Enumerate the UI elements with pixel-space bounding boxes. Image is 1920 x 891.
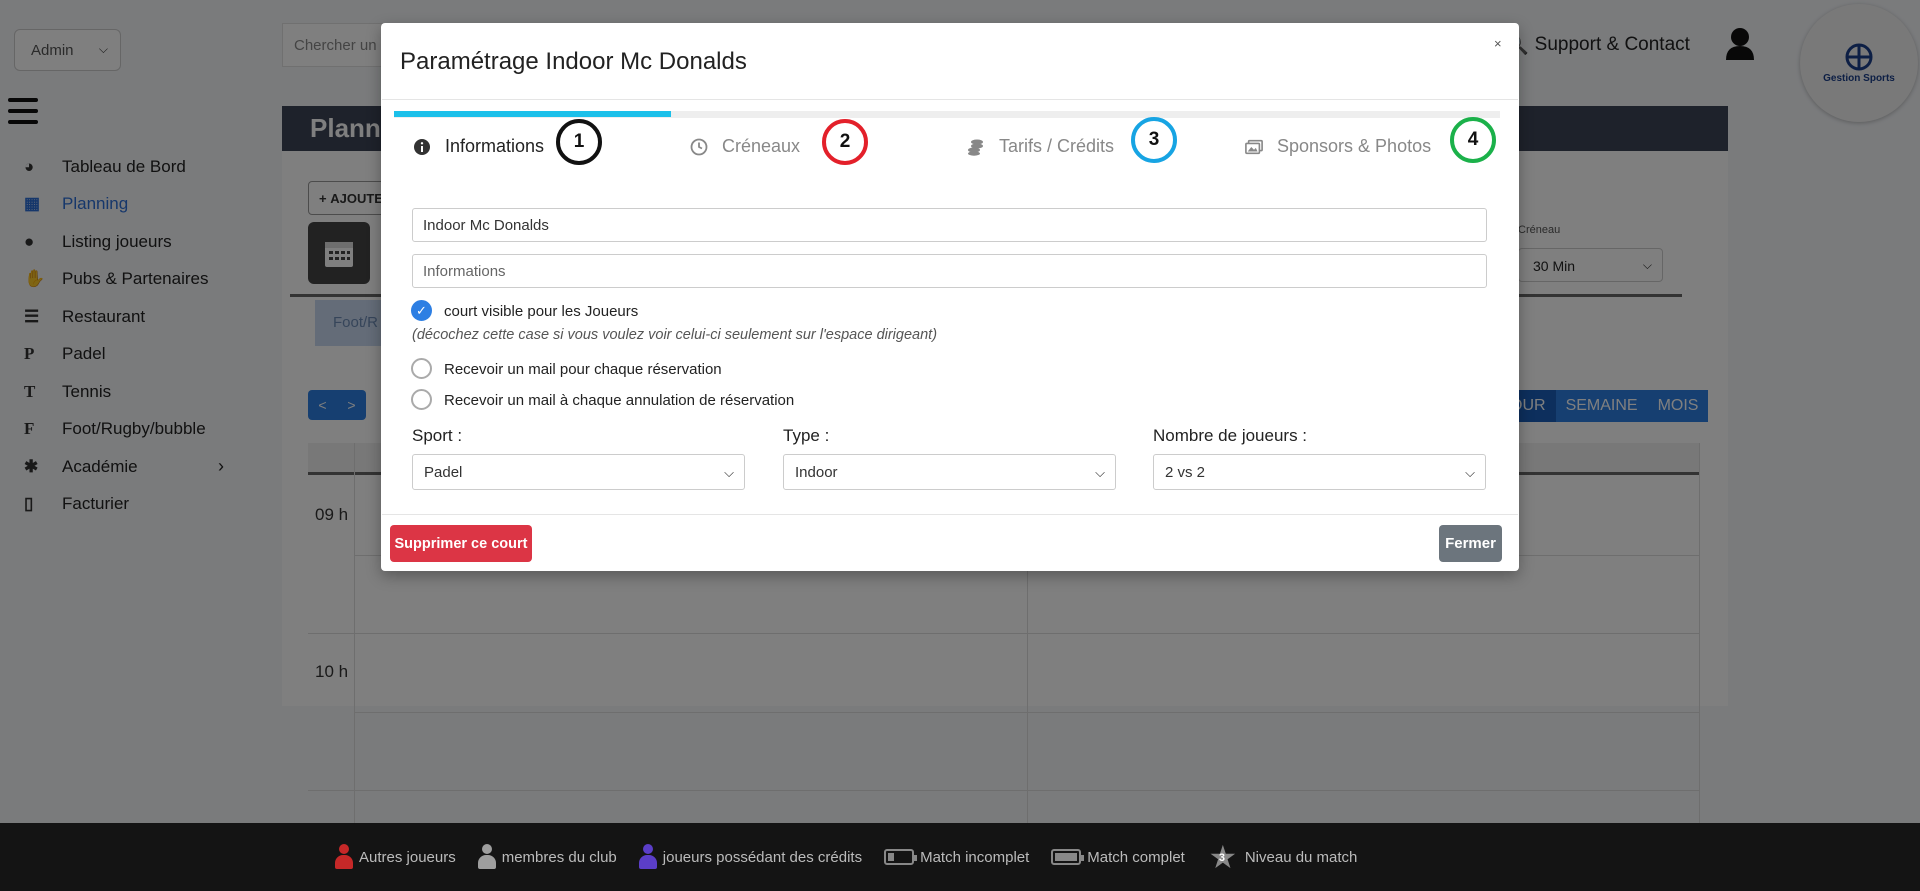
player-red-icon xyxy=(335,844,353,870)
legend-item: Autres joueurs xyxy=(335,844,456,870)
check-icon: ✓ xyxy=(416,302,427,318)
sport-label: Sport : xyxy=(412,426,463,445)
chevron-down-icon: ⌵ xyxy=(724,465,734,480)
tab-creneaux[interactable]: Créneaux xyxy=(690,136,800,157)
legend-item: joueurs possédant des crédits xyxy=(638,844,863,870)
legend-item: Match complet xyxy=(1051,849,1185,866)
legend-bar: Autres joueurs membres du club joueurs p… xyxy=(0,823,1920,891)
battery-full-icon xyxy=(1051,849,1085,865)
mail-each-label: Recevoir un mail pour chaque réservation xyxy=(444,361,722,378)
tab-label: Informations xyxy=(445,136,545,156)
mail-cancel-label: Recevoir un mail à chaque annulation de … xyxy=(444,392,795,409)
sport-select[interactable]: Padel ⌵ xyxy=(412,454,745,490)
delete-court-button[interactable]: Supprimer ce court xyxy=(390,525,532,562)
step-badge: 2 xyxy=(822,119,868,165)
legend-label: Match incomplet xyxy=(920,848,1030,866)
tab-label: Tarifs / Crédits xyxy=(999,136,1115,156)
legend-label: Autres joueurs xyxy=(359,848,456,866)
step-badge: 3 xyxy=(1131,117,1177,163)
images-icon xyxy=(1245,139,1263,154)
battery-low-icon xyxy=(884,849,918,865)
close-icon[interactable]: × xyxy=(1494,36,1502,51)
legend-label: joueurs possédant des crédits xyxy=(662,848,863,866)
type-value: Indoor xyxy=(795,463,838,481)
sport-value: Padel xyxy=(424,463,463,481)
players-label: Nombre de joueurs : xyxy=(1153,426,1308,445)
players-value: 2 vs 2 xyxy=(1165,463,1206,481)
legend-label: Niveau du match xyxy=(1244,848,1358,866)
visible-checkbox[interactable]: ✓ xyxy=(411,300,432,321)
legend-item: membres du club xyxy=(477,844,617,870)
court-name-field[interactable]: Indoor Mc Donalds xyxy=(412,208,1487,242)
player-purple-icon xyxy=(638,844,657,870)
visible-hint: (décochez cette case si vous voulez voir… xyxy=(412,327,938,343)
step-badge: 1 xyxy=(556,119,602,165)
info-icon xyxy=(414,138,430,155)
modal-divider xyxy=(382,99,1518,100)
tab-label: Créneaux xyxy=(722,136,801,156)
legend-label: membres du club xyxy=(501,848,617,866)
players-select[interactable]: 2 vs 2 ⌵ xyxy=(1153,454,1486,490)
chevron-down-icon: ⌵ xyxy=(1465,465,1475,480)
chevron-down-icon: ⌵ xyxy=(1095,465,1105,480)
type-select[interactable]: Indoor ⌵ xyxy=(783,454,1116,490)
tab-progress-active xyxy=(394,111,671,117)
player-grey-icon xyxy=(477,844,496,870)
star-icon: ★ 3 xyxy=(1208,839,1238,875)
mail-cancel-checkbox[interactable] xyxy=(411,389,432,410)
informations-field[interactable]: Informations xyxy=(412,254,1487,288)
tab-tarifs[interactable]: Tarifs / Crédits xyxy=(967,136,1114,157)
legend-item: ★ 3 Niveau du match xyxy=(1207,839,1358,875)
coins-icon xyxy=(968,139,983,156)
step-badge: 4 xyxy=(1450,117,1496,163)
tab-sponsors[interactable]: Sponsors & Photos xyxy=(1245,136,1431,157)
close-button[interactable]: Fermer xyxy=(1439,525,1502,562)
tab-label: Sponsors & Photos xyxy=(1277,136,1432,156)
visible-label: court visible pour les Joueurs xyxy=(444,303,639,320)
type-label: Type : xyxy=(783,426,830,445)
tab-informations[interactable]: Informations xyxy=(413,136,544,157)
mail-each-checkbox[interactable] xyxy=(411,358,432,379)
legend-label: Match complet xyxy=(1087,848,1185,866)
star-level: 3 xyxy=(1218,852,1225,864)
clock-icon xyxy=(690,138,708,155)
legend-item: Match incomplet xyxy=(884,849,1029,866)
modal-title: Paramétrage Indoor Mc Donalds xyxy=(400,48,747,75)
modal-footer-divider xyxy=(382,514,1518,515)
